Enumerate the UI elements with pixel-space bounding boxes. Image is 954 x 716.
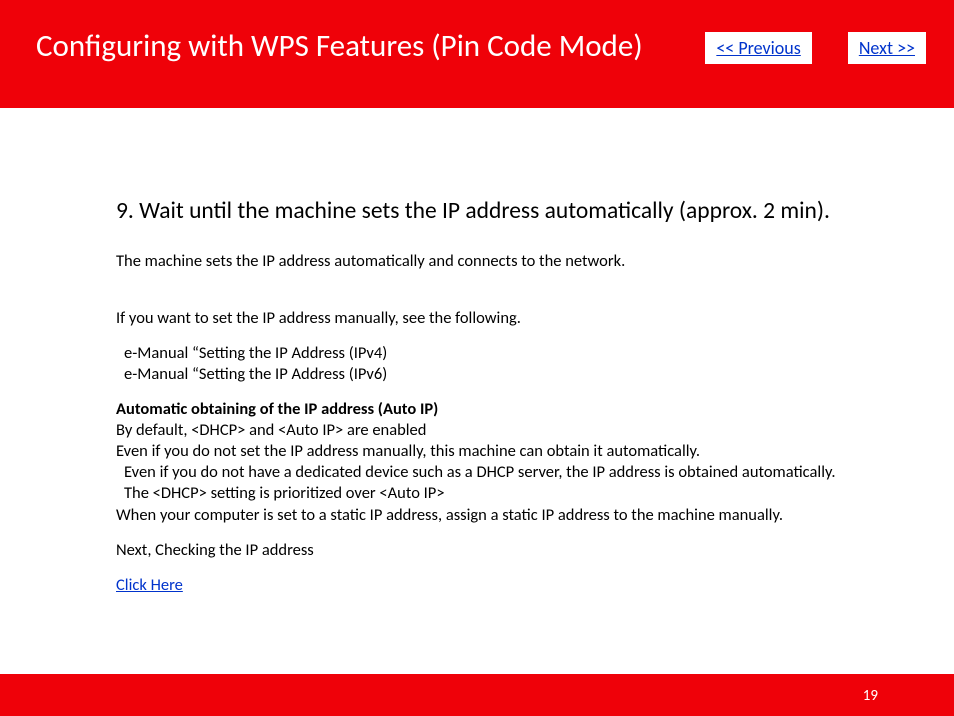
page-number: 19 xyxy=(863,687,878,705)
nav-buttons: << Previous Next >> xyxy=(705,32,926,64)
auto-ip-heading: Automatic obtaining of the IP address (A… xyxy=(116,399,924,420)
auto-ip-line1: By default, <DHCP> and <Auto IP> are ena… xyxy=(116,420,924,441)
auto-ip-line2: Even if you do not set the IP address ma… xyxy=(116,441,924,462)
previous-button[interactable]: << Previous xyxy=(705,32,811,64)
manual-ref-ipv4: e-Manual “Setting the IP Address (IPv4) xyxy=(116,343,924,364)
auto-ip-line3: Even if you do not have a dedicated devi… xyxy=(116,462,924,483)
click-here-link[interactable]: Click Here xyxy=(116,575,183,595)
footer-bar: 19 xyxy=(0,674,954,716)
next-line: Next, Checking the IP address xyxy=(116,540,924,561)
header-bar: Configuring with WPS Features (Pin Code … xyxy=(0,0,954,108)
manual-ref-ipv6: e-Manual “Setting the IP Address (IPv6) xyxy=(116,364,924,385)
content-area: 9. Wait until the machine sets the IP ad… xyxy=(0,108,954,595)
page-title: Configuring with WPS Features (Pin Code … xyxy=(36,27,643,65)
next-button[interactable]: Next >> xyxy=(848,32,926,64)
auto-ip-line5: When your computer is set to a static IP… xyxy=(116,505,924,526)
intro-text: The machine sets the IP address automati… xyxy=(116,251,924,272)
step-heading: 9. Wait until the machine sets the IP ad… xyxy=(116,196,924,227)
manual-note: If you want to set the IP address manual… xyxy=(116,308,924,329)
auto-ip-line4: The <DHCP> setting is prioritized over <… xyxy=(116,483,924,504)
